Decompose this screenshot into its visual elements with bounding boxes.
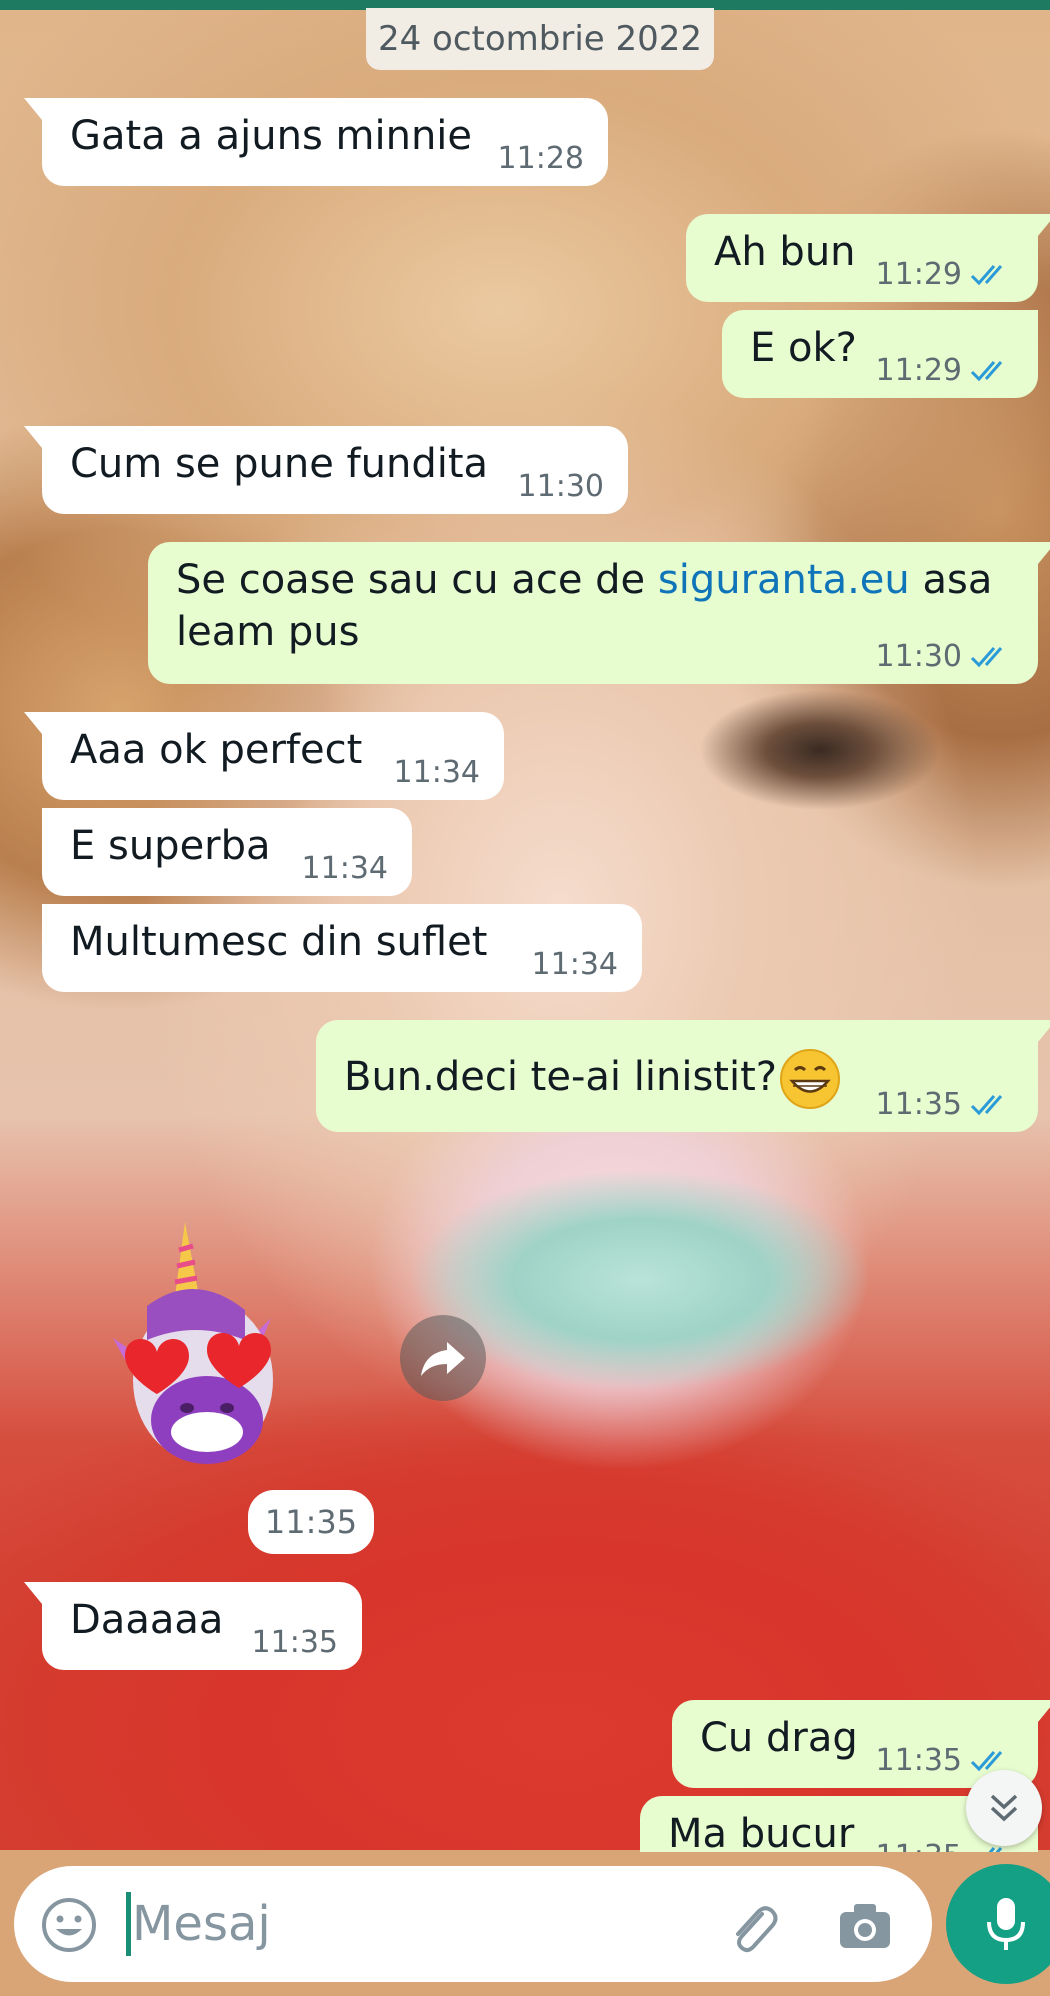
- message-time: 11:34: [531, 947, 618, 982]
- message-composer[interactable]: Mesaj: [14, 1866, 932, 1982]
- message-text: Gata a ajuns minnie: [70, 113, 473, 159]
- message-incoming[interactable]: Gata a ajuns minnie 11:28: [24, 98, 608, 186]
- message-link[interactable]: siguranta.eu: [658, 557, 910, 603]
- message-incoming[interactable]: Cum se pune fundita 11:30: [24, 426, 628, 514]
- message-time: 11:29: [875, 353, 962, 388]
- message-input-placeholder[interactable]: Mesaj: [132, 1894, 271, 1954]
- scroll-down-button[interactable]: [966, 1770, 1042, 1846]
- message-time: 11:29: [875, 257, 962, 292]
- date-separator: 24 octombrie 2022: [366, 8, 714, 70]
- grinning-face-emoji-icon: [780, 1049, 840, 1109]
- message-incoming[interactable]: Aaa ok perfect 11:34: [24, 712, 504, 800]
- forward-button[interactable]: [400, 1315, 486, 1401]
- message-outgoing[interactable]: Se coase sau cu ace de siguranta.eu asa …: [148, 542, 1050, 684]
- message-text: Cu drag: [700, 1715, 858, 1761]
- scroll-down-icon: [990, 1794, 1018, 1822]
- message-time: 11:28: [497, 141, 584, 176]
- message-time: 11:34: [393, 755, 480, 790]
- message-time: 11:30: [517, 469, 604, 504]
- text-cursor: [126, 1892, 131, 1956]
- message-time: 11:35: [875, 1743, 962, 1778]
- read-ticks-icon: [970, 361, 1003, 382]
- message-text: Aaa ok perfect: [70, 727, 363, 773]
- unicorn-heart-eyes-sticker[interactable]: [95, 1210, 295, 1480]
- emoji-icon[interactable]: [40, 1896, 98, 1954]
- read-ticks-icon: [970, 265, 1003, 286]
- voice-message-button[interactable]: [946, 1864, 1050, 1984]
- message-time: 11:35: [875, 1087, 962, 1122]
- message-text: Ma bucur: [668, 1811, 855, 1852]
- message-incoming[interactable]: Daaaaa 11:35: [24, 1582, 362, 1670]
- message-time: 11:30: [875, 639, 962, 674]
- message-text: Multumesc din suflet: [70, 919, 488, 965]
- chat-area[interactable]: 24 octombrie 2022 Gata a ajuns minnie 11…: [0, 0, 1050, 1852]
- attach-icon[interactable]: [722, 1896, 782, 1956]
- message-text: E superba: [70, 823, 271, 869]
- message-text: Ah bun: [714, 229, 856, 275]
- read-ticks-icon: [970, 647, 1003, 668]
- message-incoming[interactable]: Multumesc din suflet 11:34: [42, 904, 642, 992]
- message-outgoing[interactable]: Bun.deci te-ai linistit? 11:35: [316, 1020, 1050, 1132]
- message-time: 11:35: [251, 1625, 338, 1660]
- message-time: 11:34: [301, 851, 388, 886]
- camera-icon[interactable]: [836, 1898, 894, 1952]
- read-ticks-icon: [970, 1095, 1003, 1116]
- message-text: Cum se pune fundita: [70, 441, 489, 487]
- message-outgoing[interactable]: Ah bun 11:29: [686, 214, 1050, 302]
- message-incoming[interactable]: E superba 11:34: [42, 808, 412, 896]
- sticker-time: 11:35: [248, 1490, 374, 1554]
- message-text: Daaaaa: [70, 1597, 224, 1643]
- mic-icon: [987, 1898, 1025, 1950]
- message-text: Bun.deci te-ai linistit?: [344, 1048, 841, 1110]
- message-outgoing[interactable]: E ok? 11:29: [722, 310, 1038, 398]
- message-text: E ok?: [750, 325, 857, 371]
- forward-icon: [421, 1342, 465, 1376]
- message-time: 11:35: [876, 1840, 962, 1853]
